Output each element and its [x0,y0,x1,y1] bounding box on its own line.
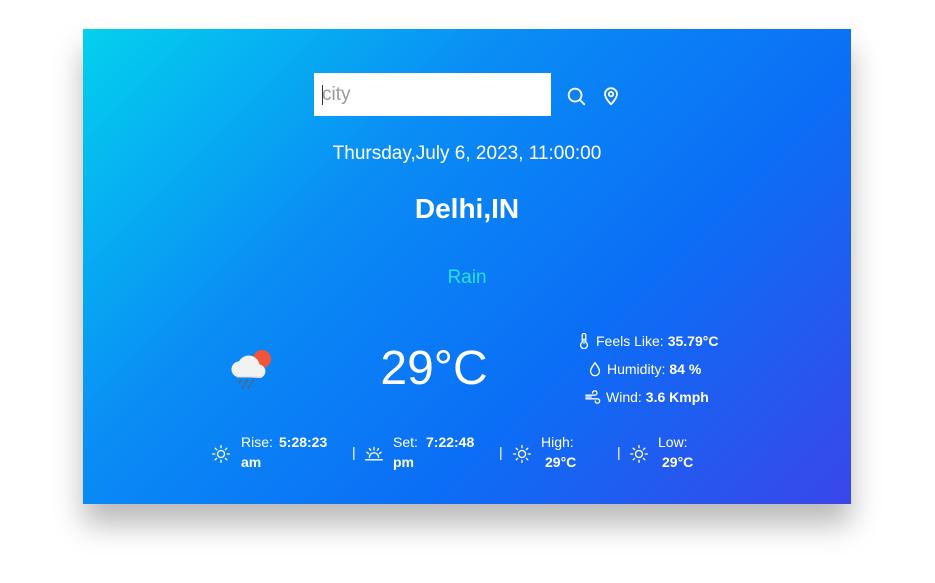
high-temp-label: High: [541,434,574,450]
city-search-input[interactable] [314,73,551,116]
low-temp-value: 29°C [662,454,694,470]
thermometer-icon [579,333,589,349]
wind-value: 3.6 Kmph [645,389,709,405]
sunrise-icon [212,445,230,463]
sunset-time: 7:22:48 [426,434,475,450]
text-caret [322,85,323,105]
high-temp-value: 29°C [545,454,577,470]
temperature: 29°C [380,342,488,395]
droplet-icon [589,361,601,377]
weather-condition: Rain [447,267,487,288]
sunset-ampm: pm [393,454,414,470]
sunset-icon [365,446,383,461]
sunrise-label: Rise: [241,434,273,450]
feels-like-value: 35.79°C [667,333,719,349]
sun-temp-stats: Rise: 5:28:23 am | Set: 7:22:48 pm | Hig… [83,431,851,477]
sunrise-time: 5:28:23 [279,434,328,450]
feels-like-label: Feels Like: [596,333,664,349]
wind-icon [585,390,601,404]
separator: | [617,444,621,460]
humidity-label: Humidity: [607,361,666,377]
sunrise-ampm: am [241,454,262,470]
wind-label: Wind: [606,389,642,405]
rain-cloud-sun-icon [231,350,271,389]
sunset-label: Set: [393,434,418,450]
wind-row: Wind: 3.6 Kmph [585,387,709,407]
location-pin-icon[interactable] [600,85,622,107]
feels-like-row: Feels Like: 35.79°C [577,331,718,351]
low-temp-label: Low: [658,434,688,450]
humidity-value: 84 % [669,361,702,377]
date-time: Thursday,July 6, 2023, 11:00:00 [332,143,602,164]
search-icon[interactable] [565,85,587,107]
separator: | [499,444,503,460]
sun-icon [630,445,648,463]
humidity-row: Humidity: 84 % [588,359,701,379]
separator: | [352,444,356,460]
city-name: Delhi,IN [414,193,520,224]
sun-icon [513,445,531,463]
weather-card: Thursday,July 6, 2023, 11:00:00 Delhi,IN… [83,29,851,504]
